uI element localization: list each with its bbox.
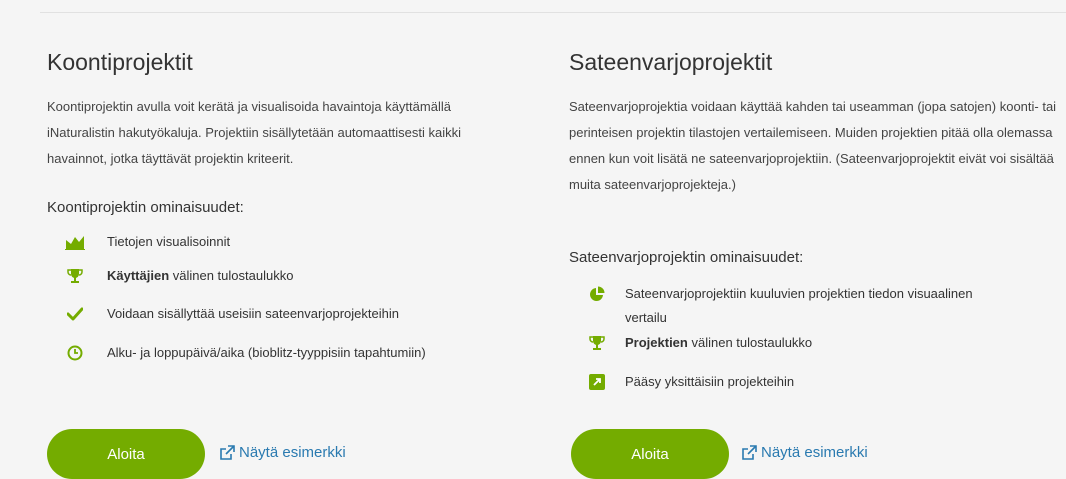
- project-types-panel: Koontiprojektit Koontiprojektin avulla v…: [0, 0, 1066, 479]
- umbrella-example-link[interactable]: Näytä esimerkki: [741, 444, 868, 461]
- umbrella-project-description: Sateenvarjoprojektia voidaan käyttää kah…: [569, 99, 1057, 192]
- feature-text: Voidaan sisällyttää useisiin sateenvarjo…: [107, 306, 399, 321]
- feature-item: Tietojen visualisoinnit: [65, 230, 230, 254]
- trophy-icon: [65, 264, 85, 288]
- external-link-icon: [219, 444, 235, 461]
- feature-text: Sateenvarjoprojektiin kuuluvien projekti…: [625, 286, 973, 325]
- divider: [40, 12, 1066, 13]
- feature-text: Käyttäjien välinen tulostaulukko: [107, 268, 294, 283]
- example-link-label: Näytä esimerkki: [239, 444, 346, 461]
- feature-item: Voidaan sisällyttää useisiin sateenvarjo…: [65, 302, 399, 326]
- collection-example-link[interactable]: Näytä esimerkki: [219, 444, 346, 461]
- feature-text: Tietojen visualisoinnit: [107, 234, 231, 249]
- umbrella-features-title: Sateenvarjoprojektin ominaisuudet:: [569, 249, 804, 266]
- feature-text: Projektien välinen tulostaulukko: [625, 335, 813, 350]
- feature-text: Alku- ja loppupäivä/aika (bioblitz-tyypp…: [107, 345, 426, 360]
- clock-icon: [65, 341, 85, 365]
- external-link-icon: [741, 444, 757, 461]
- feature-item: Pääsy yksittäisiin projekteihin: [587, 370, 794, 394]
- feature-text: Pääsy yksittäisiin projekteihin: [625, 374, 795, 389]
- check-icon: [65, 302, 85, 326]
- chart-area-icon: [65, 230, 85, 254]
- external-square-icon: [587, 370, 607, 394]
- feature-item: Sateenvarjoprojektiin kuuluvien projekti…: [587, 282, 985, 330]
- example-link-label: Näytä esimerkki: [761, 444, 868, 461]
- trophy-icon: [587, 331, 607, 355]
- collection-features-title: Koontiprojektin ominaisuudet:: [47, 199, 244, 216]
- collection-project-description: Koontiprojektin avulla voit kerätä ja vi…: [47, 99, 462, 166]
- feature-item: Projektien välinen tulostaulukko: [587, 331, 812, 355]
- feature-item: Käyttäjien välinen tulostaulukko: [65, 264, 293, 288]
- feature-item: Alku- ja loppupäivä/aika (bioblitz-tyypp…: [65, 341, 426, 365]
- collection-project-title: Koontiprojektit: [47, 49, 193, 75]
- start-umbrella-project-button[interactable]: Aloita: [571, 429, 729, 479]
- pie-chart-icon: [587, 282, 607, 306]
- umbrella-project-title: Sateenvarjoprojektit: [569, 49, 773, 75]
- start-collection-project-button[interactable]: Aloita: [47, 429, 205, 479]
